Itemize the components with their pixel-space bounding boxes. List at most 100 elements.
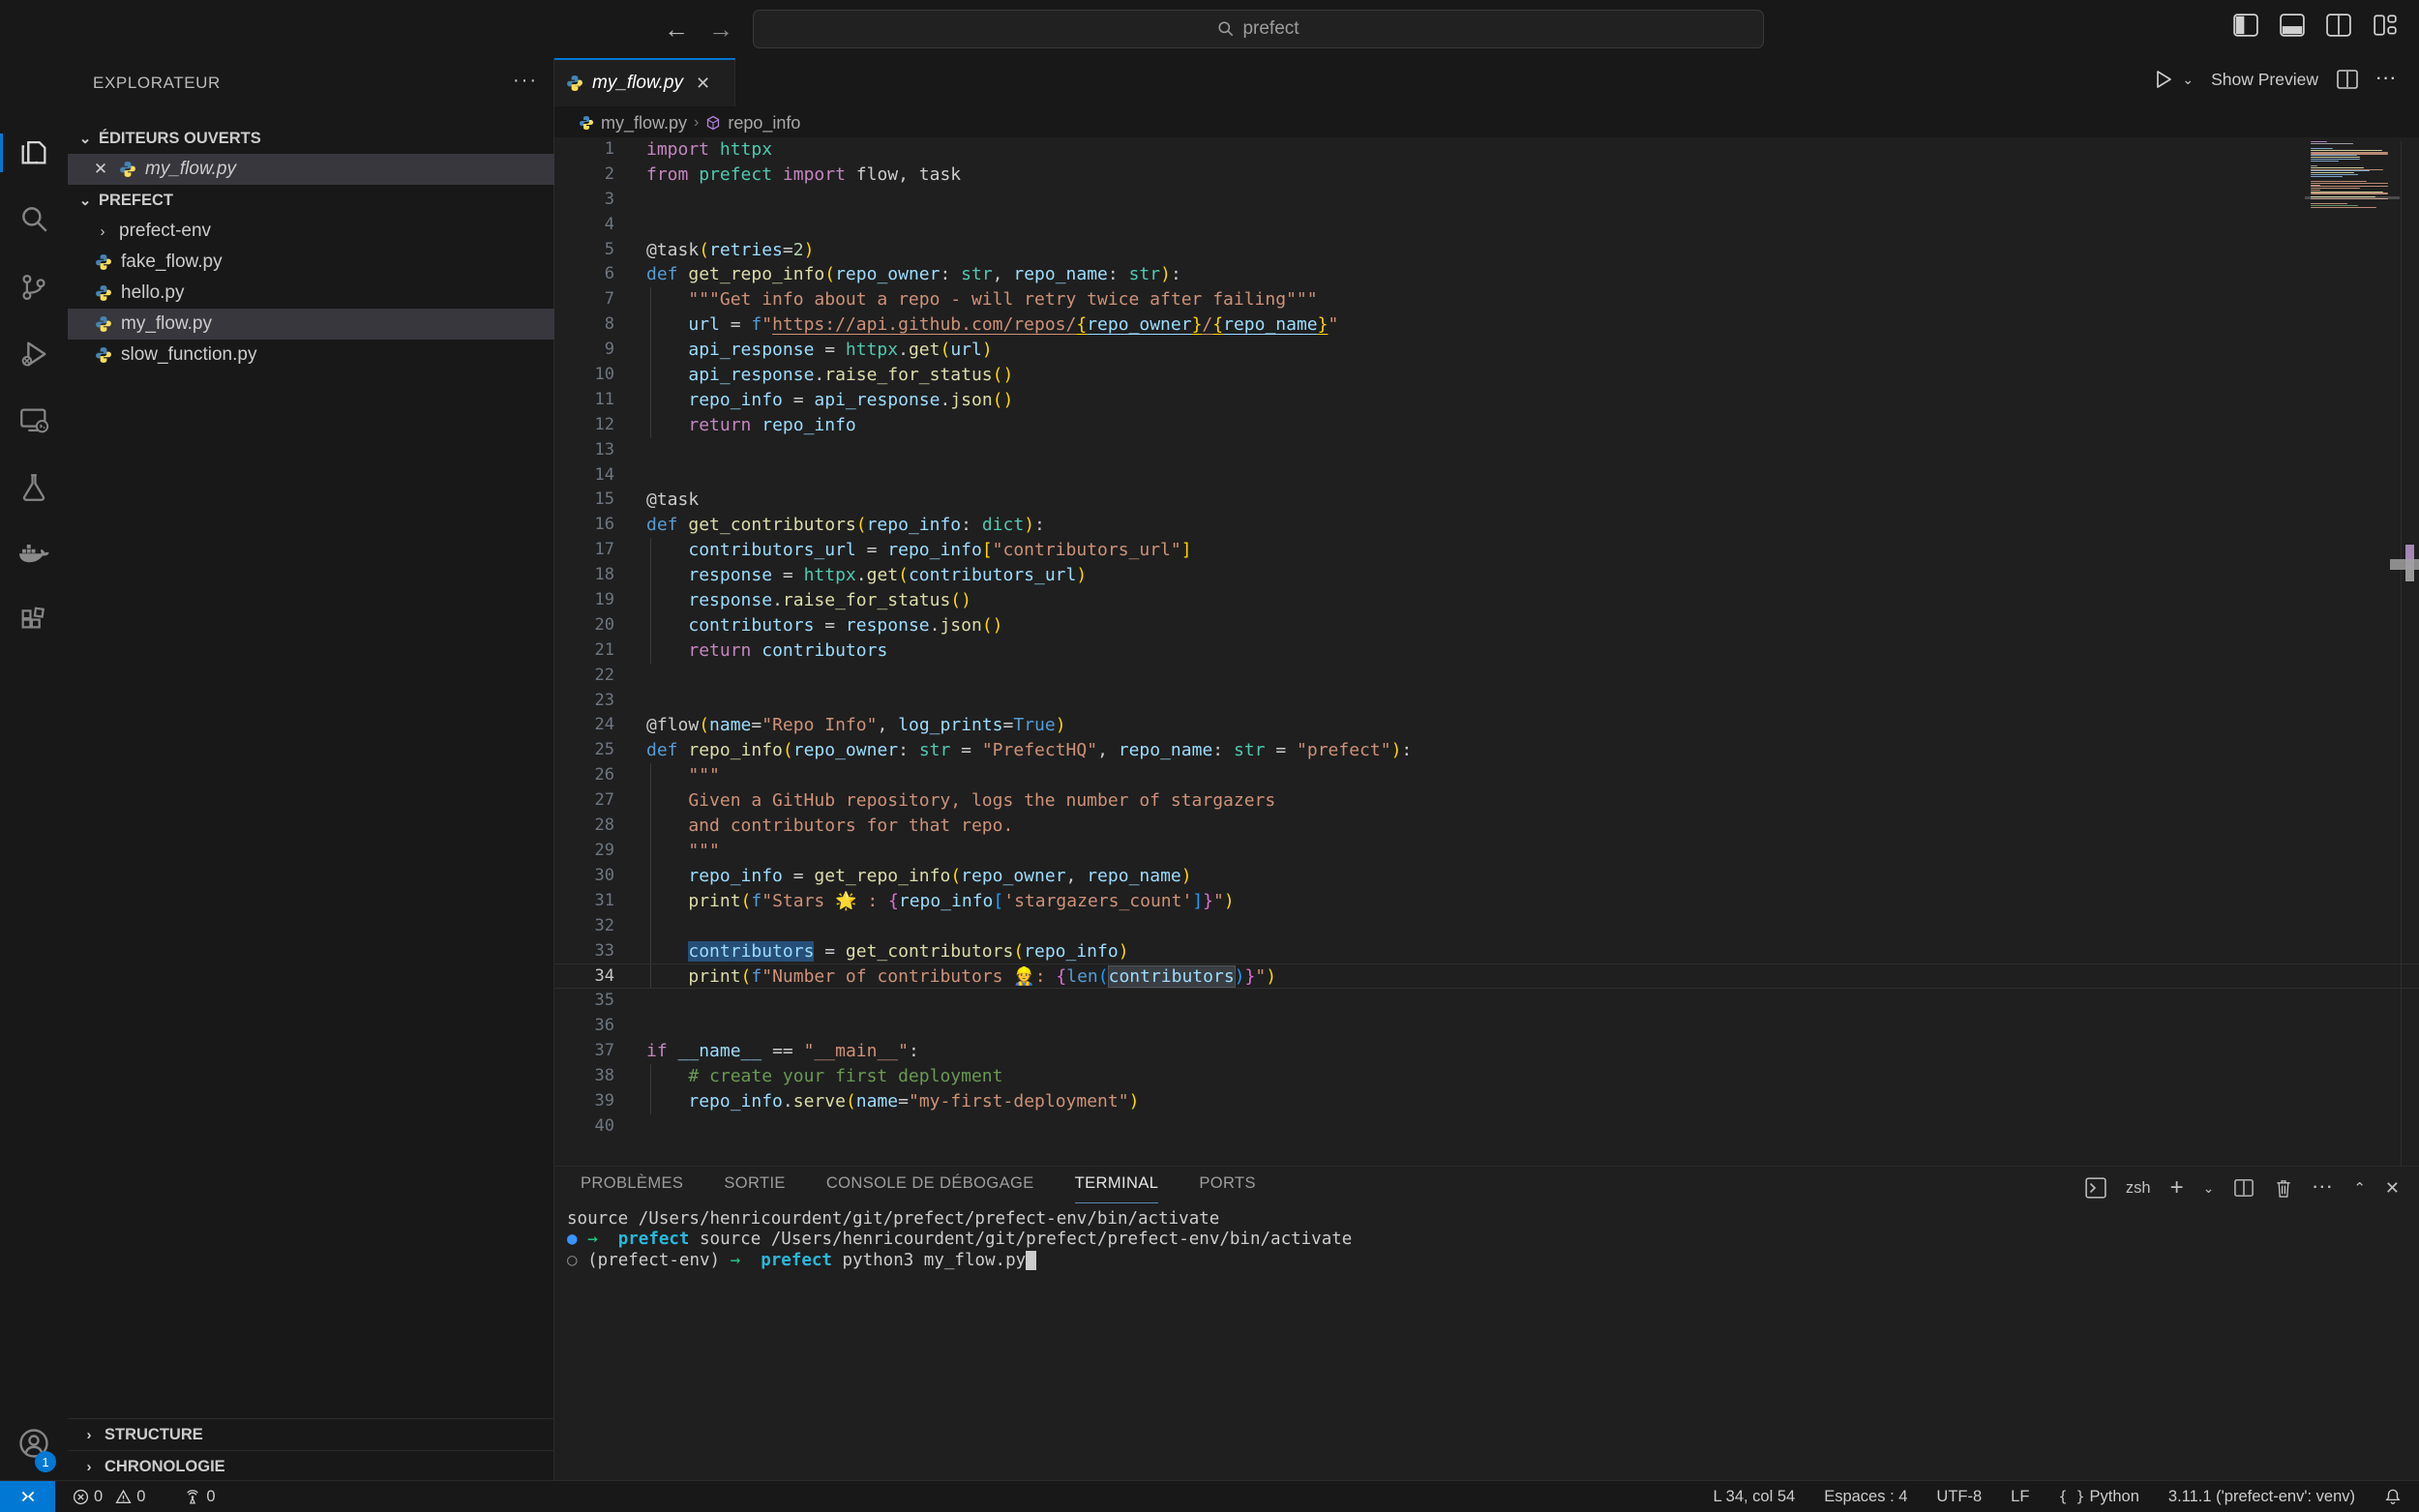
more-actions-icon[interactable]: ··· xyxy=(2376,71,2398,88)
code-line-4: 4 xyxy=(554,213,2419,238)
code-line-38: 38 # create your first deployment xyxy=(554,1064,2419,1089)
tree-item-prefect-env[interactable]: ›prefect-env xyxy=(68,216,554,247)
tab-my-flow[interactable]: my_flow.py ✕ xyxy=(554,58,735,106)
line-number: 24 xyxy=(554,713,614,738)
split-editor-layout-icon[interactable] xyxy=(2326,14,2351,37)
line-number: 7 xyxy=(554,287,614,312)
remote-indicator[interactable] xyxy=(0,1481,55,1512)
maximize-panel-icon[interactable]: ⌃ xyxy=(2353,1179,2366,1197)
close-panel-icon[interactable]: ✕ xyxy=(2385,1178,2400,1199)
show-preview-button[interactable]: Show Preview xyxy=(2211,70,2318,90)
run-python-file-icon[interactable] xyxy=(2151,68,2174,91)
line-number: 35 xyxy=(554,989,614,1014)
back-arrow-icon[interactable]: ← xyxy=(662,15,691,44)
indentation[interactable]: Espaces : 4 xyxy=(1824,1488,1907,1506)
toggle-panel-icon[interactable] xyxy=(2280,14,2305,37)
terminal-dropdown-icon[interactable]: ⌄ xyxy=(2203,1180,2215,1197)
encoding[interactable]: UTF-8 xyxy=(1936,1488,1982,1506)
open-editors-list: ✕my_flow.py xyxy=(68,154,554,185)
language-mode[interactable]: { } Python xyxy=(2058,1488,2138,1506)
search-value: prefect xyxy=(1242,18,1299,40)
python-file-icon xyxy=(95,315,112,333)
scrollbar-slider[interactable] xyxy=(2390,559,2419,570)
remote-explorer-icon[interactable] xyxy=(0,390,68,452)
tab-close-icon[interactable]: ✕ xyxy=(696,74,710,94)
testing-icon[interactable] xyxy=(0,457,68,519)
panel-tab-console-de-d-bogage[interactable]: CONSOLE DE DÉBOGAGE xyxy=(826,1174,1034,1203)
more-actions-icon[interactable]: ··· xyxy=(2313,1179,2334,1197)
toggle-sidebar-icon[interactable] xyxy=(2233,14,2258,37)
close-icon[interactable]: ✕ xyxy=(91,160,110,179)
panel-tab-terminal[interactable]: TERMINAL xyxy=(1075,1174,1159,1203)
command-center-search[interactable]: prefect xyxy=(753,10,1764,48)
tree-item-my-flow-py[interactable]: my_flow.py xyxy=(68,309,554,340)
run-debug-icon[interactable] xyxy=(0,323,68,385)
code-line-11: 11 repo_info = api_response.json() xyxy=(554,388,2419,413)
code-line-27: 27 Given a GitHub repository, logs the n… xyxy=(554,788,2419,814)
sidebar-more-actions[interactable]: ··· xyxy=(513,70,538,92)
code-line-32: 32 xyxy=(554,914,2419,939)
breadcrumb-file[interactable]: my_flow.py xyxy=(601,113,687,133)
docker-icon[interactable] xyxy=(0,523,68,585)
minimap[interactable] xyxy=(2311,141,2400,219)
terminal-line: source /Users/henricourdent/git/prefect/… xyxy=(567,1209,2396,1230)
panel-tab-ports[interactable]: PORTS xyxy=(1199,1174,1256,1203)
section-structure[interactable]: › STRUCTURE xyxy=(68,1418,554,1450)
ports-status[interactable]: 0 xyxy=(184,1488,215,1506)
line-number: 30 xyxy=(554,864,614,889)
code-line-25: 25def repo_info(repo_owner: str = "Prefe… xyxy=(554,738,2419,763)
code-line-3: 3 xyxy=(554,188,2419,213)
code-line-16: 16def get_contributors(repo_info: dict): xyxy=(554,513,2419,538)
line-number: 29 xyxy=(554,839,614,864)
python-file-icon xyxy=(119,161,136,178)
eol[interactable]: LF xyxy=(2011,1488,2029,1506)
minimap-current-line xyxy=(2305,196,2400,199)
minimap-line xyxy=(2311,141,2327,142)
cursor-position[interactable]: L 34, col 54 xyxy=(1714,1488,1796,1506)
forward-arrow-icon[interactable]: → xyxy=(706,15,735,44)
python-file-icon xyxy=(566,74,583,92)
tree-item-hello-py[interactable]: hello.py xyxy=(68,278,554,309)
terminal-line: ● → prefect source /Users/henricourdent/… xyxy=(567,1230,2396,1250)
minimap-line xyxy=(2311,208,2400,209)
panel-tab-probl-mes[interactable]: PROBLÈMES xyxy=(581,1174,683,1203)
notifications-bell[interactable] xyxy=(2384,1488,2402,1505)
split-terminal-icon[interactable] xyxy=(2233,1178,2255,1198)
run-dropdown-icon[interactable]: ⌄ xyxy=(2182,72,2194,88)
code-line-18: 18 response = httpx.get(contributors_url… xyxy=(554,563,2419,588)
extensions-icon[interactable] xyxy=(0,590,68,652)
sidebar-bottom-sections: › STRUCTURE › CHRONOLOGIE xyxy=(68,1418,554,1482)
open-editor-item[interactable]: ✕my_flow.py xyxy=(68,154,554,185)
line-number: 22 xyxy=(554,664,614,689)
problems-status[interactable]: 0 0 xyxy=(73,1488,145,1506)
breadcrumb[interactable]: my_flow.py › repo_info xyxy=(579,108,800,137)
chevron-down-icon: ⌄ xyxy=(77,192,93,209)
line-number: 3 xyxy=(554,188,614,213)
section-timeline[interactable]: › CHRONOLOGIE xyxy=(68,1450,554,1482)
explorer-icon[interactable] xyxy=(0,121,68,183)
section-open-editors[interactable]: ⌄ ÉDITEURS OUVERTS xyxy=(68,123,554,154)
code-line-20: 20 contributors = response.json() xyxy=(554,613,2419,638)
section-workspace[interactable]: ⌄ PREFECT xyxy=(68,185,554,216)
python-interpreter[interactable]: 3.11.1 ('prefect-env': venv) xyxy=(2168,1488,2355,1506)
tree-item-fake-flow-py[interactable]: fake_flow.py xyxy=(68,247,554,278)
account-icon[interactable] xyxy=(0,1412,68,1474)
source-control-icon[interactable] xyxy=(0,256,68,318)
split-editor-icon[interactable] xyxy=(2336,69,2359,90)
search-icon[interactable] xyxy=(0,188,68,250)
terminal-output[interactable]: source /Users/henricourdent/git/prefect/… xyxy=(567,1209,2396,1271)
editor-actions: ⌄ Show Preview ··· xyxy=(2151,68,2398,91)
new-terminal-icon[interactable]: + xyxy=(2170,1174,2184,1201)
code-line-15: 15@task xyxy=(554,488,2419,513)
code-line-35: 35 xyxy=(554,989,2419,1014)
trash-icon[interactable] xyxy=(2274,1178,2293,1199)
code-line-29: 29 """ xyxy=(554,839,2419,864)
customize-layout-icon[interactable] xyxy=(2373,14,2398,37)
tree-item-slow-function-py[interactable]: slow_function.py xyxy=(68,340,554,371)
panel-tab-sortie[interactable]: SORTIE xyxy=(724,1174,786,1203)
line-number: 34 xyxy=(554,964,614,988)
minimap-line xyxy=(2311,181,2367,182)
code-editor[interactable]: 1import httpx2from prefect import flow, … xyxy=(554,137,2419,1166)
breadcrumb-symbol[interactable]: repo_info xyxy=(728,113,800,133)
shell-label[interactable]: zsh xyxy=(2126,1179,2151,1198)
